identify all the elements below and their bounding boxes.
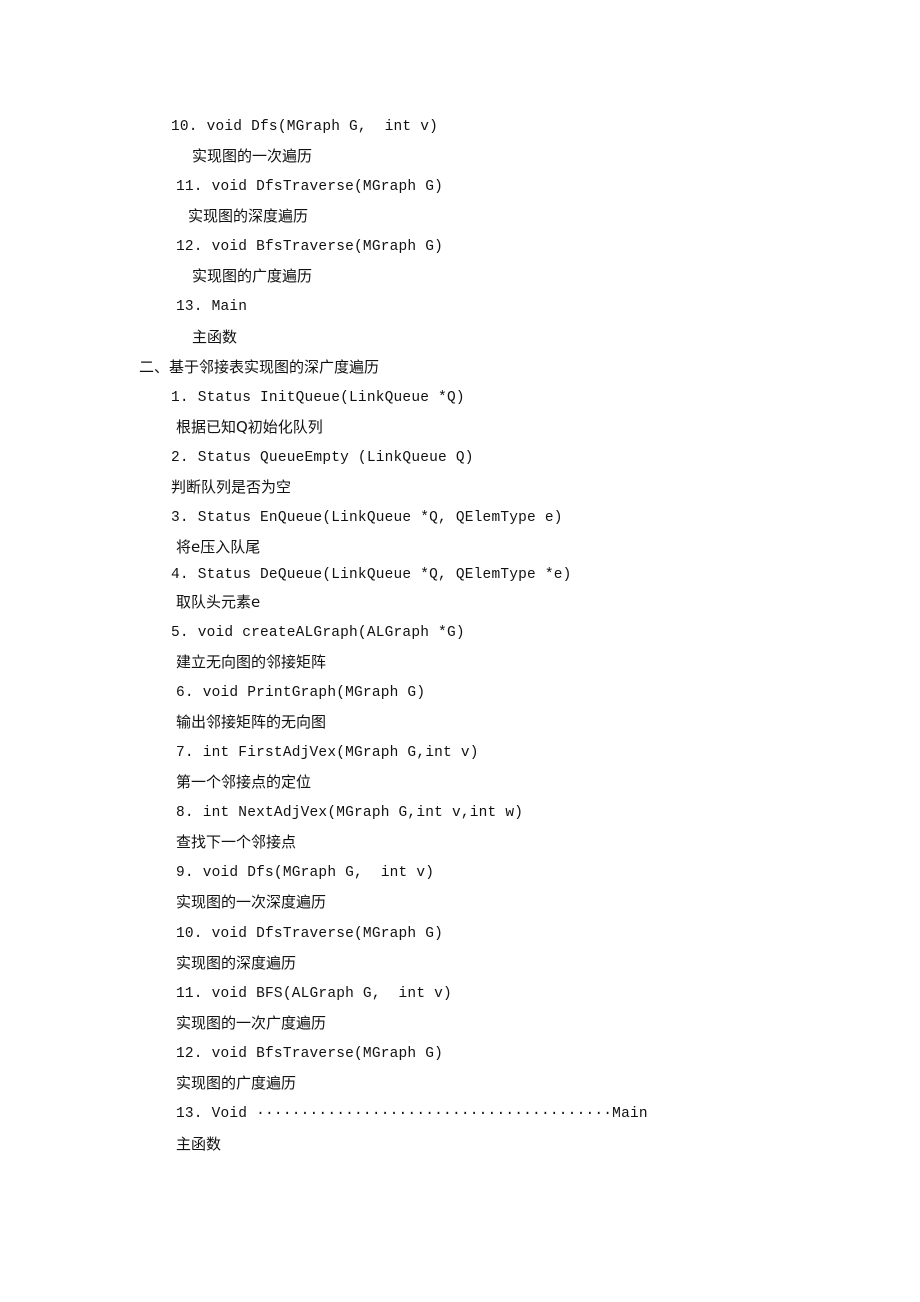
function-signature: 1. Status InitQueue(LinkQueue *Q) (171, 390, 465, 406)
section-heading: 二、基于邻接表实现图的深广度遍历 (139, 358, 380, 376)
function-description: 实现图的一次广度遍历 (176, 1014, 327, 1032)
function-signature: 8. int NextAdjVex(MGraph G,int v,int w) (176, 805, 524, 821)
function-signature: 11. void DfsTraverse(MGraph G) (176, 179, 444, 195)
function-description: 实现图的一次深度遍历 (176, 893, 327, 911)
function-signature: 13. Void ·······························… (176, 1106, 648, 1122)
function-signature: 6. void PrintGraph(MGraph G) (176, 685, 426, 701)
function-signature: 7. int FirstAdjVex(MGraph G,int v) (176, 745, 479, 761)
function-description: 实现图的深度遍历 (176, 954, 297, 972)
function-description: 实现图的一次遍历 (192, 147, 313, 165)
function-description: 查找下一个邻接点 (176, 833, 297, 851)
function-signature: 11. void BFS(ALGraph G, int v) (176, 986, 452, 1002)
function-description: 判断队列是否为空 (171, 478, 292, 496)
function-description: 主函数 (176, 1135, 222, 1153)
function-description: 第一个邻接点的定位 (176, 773, 312, 791)
function-signature: 4. Status DeQueue(LinkQueue *Q, QElemTyp… (171, 567, 572, 583)
function-signature: 10. void DfsTraverse(MGraph G) (176, 926, 444, 942)
function-description: 实现图的广度遍历 (192, 267, 313, 285)
function-description: 建立无向图的邻接矩阵 (176, 653, 327, 671)
function-signature: 5. void createALGraph(ALGraph *G) (171, 625, 465, 641)
function-description: 实现图的广度遍历 (176, 1074, 297, 1092)
function-signature: 3. Status EnQueue(LinkQueue *Q, QElemTyp… (171, 510, 563, 526)
function-signature: 9. void Dfs(MGraph G, int v) (176, 865, 435, 881)
function-signature: 12. void BfsTraverse(MGraph G) (176, 239, 444, 255)
function-description: 输出邻接矩阵的无向图 (176, 713, 327, 731)
function-description: 主函数 (192, 328, 238, 346)
function-description: 根据已知Q初始化队列 (176, 418, 323, 436)
function-signature: 12. void BfsTraverse(MGraph G) (176, 1046, 444, 1062)
function-signature: 13. Main (176, 299, 248, 315)
function-description: 取队头元素e (176, 593, 261, 611)
function-signature: 2. Status QueueEmpty (LinkQueue Q) (171, 450, 474, 466)
function-description: 实现图的深度遍历 (188, 207, 309, 225)
function-signature: 10. void Dfs(MGraph G, int v) (171, 119, 439, 135)
function-description: 将e压入队尾 (176, 538, 261, 556)
